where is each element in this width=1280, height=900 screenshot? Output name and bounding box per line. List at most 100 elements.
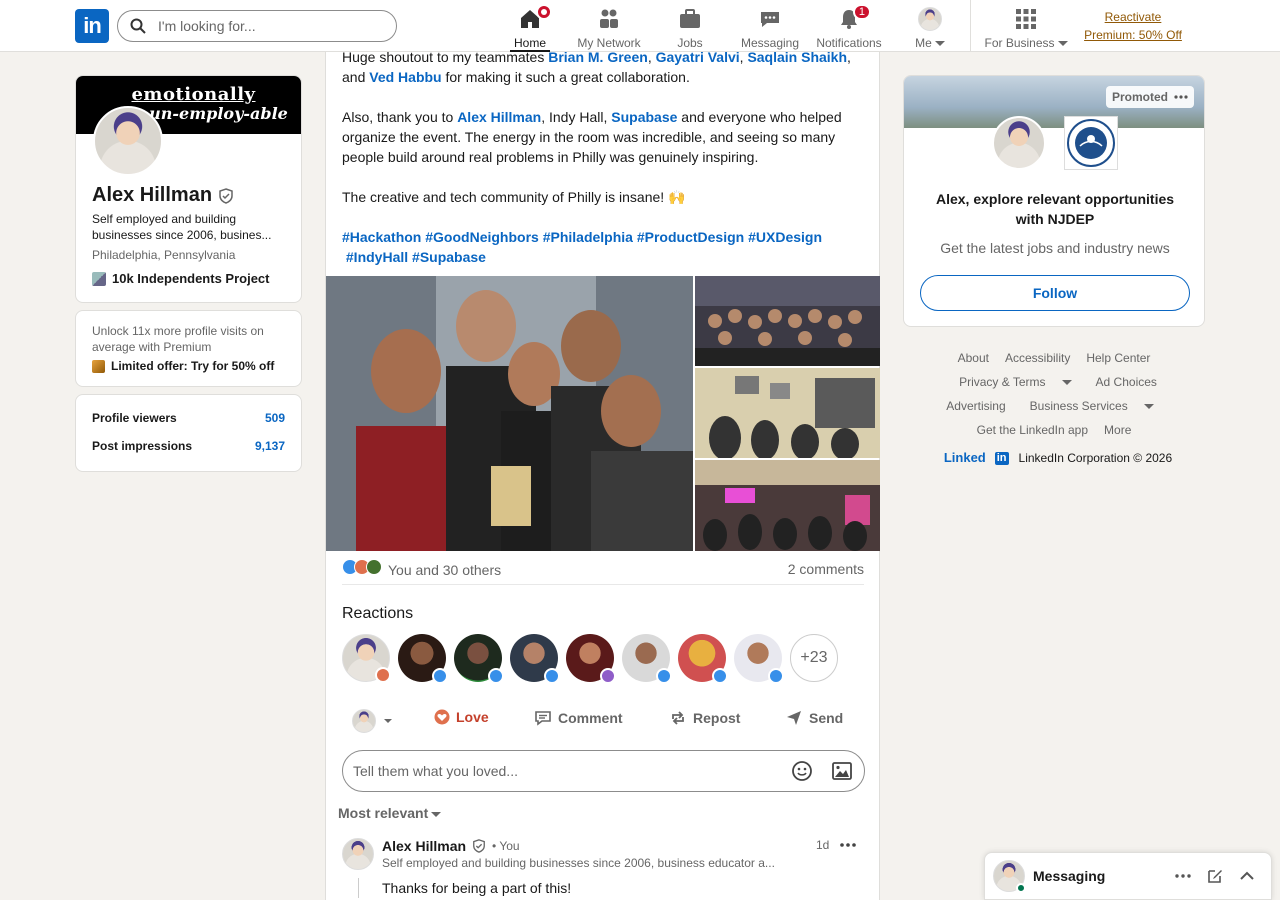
- post-photo-2[interactable]: [695, 276, 880, 366]
- footer-links: About Accessibility Help Center Privacy & …: [903, 346, 1205, 470]
- mention-link[interactable]: Gayatri Valvi: [656, 49, 740, 65]
- hashtag-link[interactable]: #IndyHall: [346, 249, 408, 265]
- reactions-count-link[interactable]: You and 30 others: [342, 559, 501, 578]
- search-input[interactable]: [158, 18, 378, 34]
- stat-profile-viewers[interactable]: Profile viewers 509: [92, 411, 285, 425]
- nav-messaging[interactable]: Messaging: [738, 0, 802, 52]
- nav-divider: [970, 0, 971, 52]
- footer-link-business-services[interactable]: Business Services: [1022, 399, 1162, 413]
- follow-button[interactable]: Follow: [920, 275, 1190, 311]
- feed-post: Huge shoutout to my teammates Brian M. G…: [325, 49, 880, 900]
- linkedin-logo[interactable]: in: [75, 9, 109, 43]
- comment-sort-dropdown[interactable]: Most relevant: [338, 805, 442, 821]
- commenter-avatar[interactable]: [342, 838, 374, 870]
- chevron-down-icon: [934, 41, 945, 47]
- footer-link-about[interactable]: About: [958, 351, 989, 365]
- linkedin-wordmark: Linked in: [936, 446, 1017, 470]
- premium-offer-text: Limited offer: Try for 50% off: [111, 359, 275, 373]
- nav-home[interactable]: Home: [510, 0, 552, 52]
- reactor-avatar[interactable]: [566, 634, 616, 684]
- stat-post-impressions[interactable]: Post impressions 9,137: [92, 439, 285, 453]
- post-photo-3[interactable]: [695, 368, 880, 458]
- mention-link[interactable]: Supabase: [611, 109, 677, 125]
- more-options-icon[interactable]: [1175, 874, 1191, 878]
- thread-line: [358, 878, 359, 898]
- search-bar[interactable]: [117, 10, 397, 42]
- user-avatar: [992, 116, 1046, 170]
- hashtag-link[interactable]: #Philadelphia: [543, 229, 633, 245]
- footer-link-advertising[interactable]: Advertising: [946, 399, 1005, 413]
- reactor-avatar[interactable]: [734, 634, 784, 684]
- premium-offer[interactable]: Limited offer: Try for 50% off: [92, 359, 274, 373]
- nav-for-business[interactable]: For Business: [980, 0, 1072, 52]
- chevron-down-icon: [1057, 41, 1068, 47]
- reactor-avatar[interactable]: [622, 634, 672, 684]
- compose-icon[interactable]: [1207, 868, 1223, 884]
- nav-jobs[interactable]: Jobs: [672, 0, 708, 52]
- nav-notifications[interactable]: 1 Notifications: [813, 0, 885, 52]
- premium-icon: [92, 359, 105, 373]
- send-icon: [787, 711, 801, 725]
- mention-link[interactable]: Ved Habbu: [369, 69, 441, 85]
- send-label: Send: [809, 710, 844, 726]
- messaging-title: Messaging: [1033, 868, 1106, 884]
- mention-link[interactable]: Alex Hillman: [457, 109, 541, 125]
- hashtag-link[interactable]: #ProductDesign: [637, 229, 744, 245]
- post-hashtags: #Hackathon #GoodNeighbors #Philadelphia …: [342, 227, 862, 267]
- post-photo-main[interactable]: [326, 276, 693, 551]
- nav-my-network[interactable]: My Network: [574, 0, 644, 52]
- reactor-avatar[interactable]: [342, 634, 391, 683]
- love-button[interactable]: Love: [434, 709, 489, 725]
- mention-link[interactable]: Saqlain Shaikh: [747, 49, 847, 65]
- comments-count-link[interactable]: 2 comments: [788, 561, 864, 577]
- banner-line2: un-employ-able: [149, 104, 288, 123]
- hashtag-link[interactable]: #UXDesign: [748, 229, 822, 245]
- reactivate-premium-link[interactable]: Reactivate Premium: 50% Off: [1080, 8, 1186, 44]
- post-image-gallery[interactable]: [326, 276, 880, 551]
- love-reaction-icon: [375, 667, 391, 683]
- send-button[interactable]: Send: [785, 709, 843, 727]
- messaging-avatar-wrap: [993, 860, 1026, 893]
- reactor-avatar[interactable]: [454, 634, 504, 684]
- more-options-icon[interactable]: [1174, 95, 1188, 99]
- footer-link-privacy-terms[interactable]: Privacy & Terms: [951, 375, 1079, 389]
- heart-icon: [434, 709, 450, 725]
- hashtag-link[interactable]: #GoodNeighbors: [425, 229, 539, 245]
- profile-organization[interactable]: 10k Independents Project: [92, 271, 270, 286]
- hashtag-link[interactable]: #Supabase: [412, 249, 486, 265]
- emoji-icon[interactable]: [791, 760, 813, 782]
- reaction-author-selector[interactable]: [352, 709, 394, 733]
- footer-link-accessibility[interactable]: Accessibility: [1005, 351, 1070, 365]
- support-reaction-icon: [366, 559, 382, 575]
- premium-upsell-card[interactable]: Unlock 11x more profile visits on averag…: [75, 310, 302, 387]
- commenter-name[interactable]: Alex Hillman • You: [382, 838, 520, 854]
- reactor-avatar[interactable]: [510, 634, 560, 684]
- wordmark-text: Linked: [943, 450, 986, 465]
- you-label: • You: [492, 839, 520, 853]
- footer-link-ad-choices[interactable]: Ad Choices: [1096, 375, 1157, 389]
- comment-time: 1d: [816, 838, 830, 852]
- more-options-icon[interactable]: [840, 842, 856, 848]
- footer-link-help-center[interactable]: Help Center: [1086, 351, 1150, 365]
- hashtag-link[interactable]: #Hackathon: [342, 229, 421, 245]
- repost-button[interactable]: Repost: [669, 709, 740, 727]
- profile-avatar[interactable]: [93, 106, 163, 176]
- image-icon[interactable]: [831, 760, 853, 782]
- post-photo-4[interactable]: [695, 460, 880, 551]
- post-text: Huge shoutout to my teammates: [342, 49, 549, 65]
- chat-icon: [761, 12, 779, 27]
- nav-me[interactable]: Me: [910, 0, 950, 52]
- messaging-bar[interactable]: Messaging: [984, 852, 1272, 900]
- comment-button[interactable]: Comment: [534, 709, 623, 727]
- footer-link-get-app[interactable]: Get the LinkedIn app: [977, 423, 1088, 437]
- footer-link-more[interactable]: More: [1104, 423, 1131, 437]
- reactor-avatar[interactable]: [678, 634, 728, 684]
- mention-link[interactable]: Brian M. Green: [548, 49, 648, 65]
- chevron-up-icon[interactable]: [1239, 871, 1255, 881]
- post-paragraph-1: Huge shoutout to my teammates Brian M. G…: [342, 49, 851, 85]
- more-reactors-button[interactable]: +23: [790, 634, 838, 682]
- comment-box[interactable]: [342, 750, 865, 792]
- profile-name[interactable]: Alex Hillman: [92, 184, 234, 207]
- comment-input[interactable]: [353, 763, 783, 779]
- reactor-avatar[interactable]: [398, 634, 448, 684]
